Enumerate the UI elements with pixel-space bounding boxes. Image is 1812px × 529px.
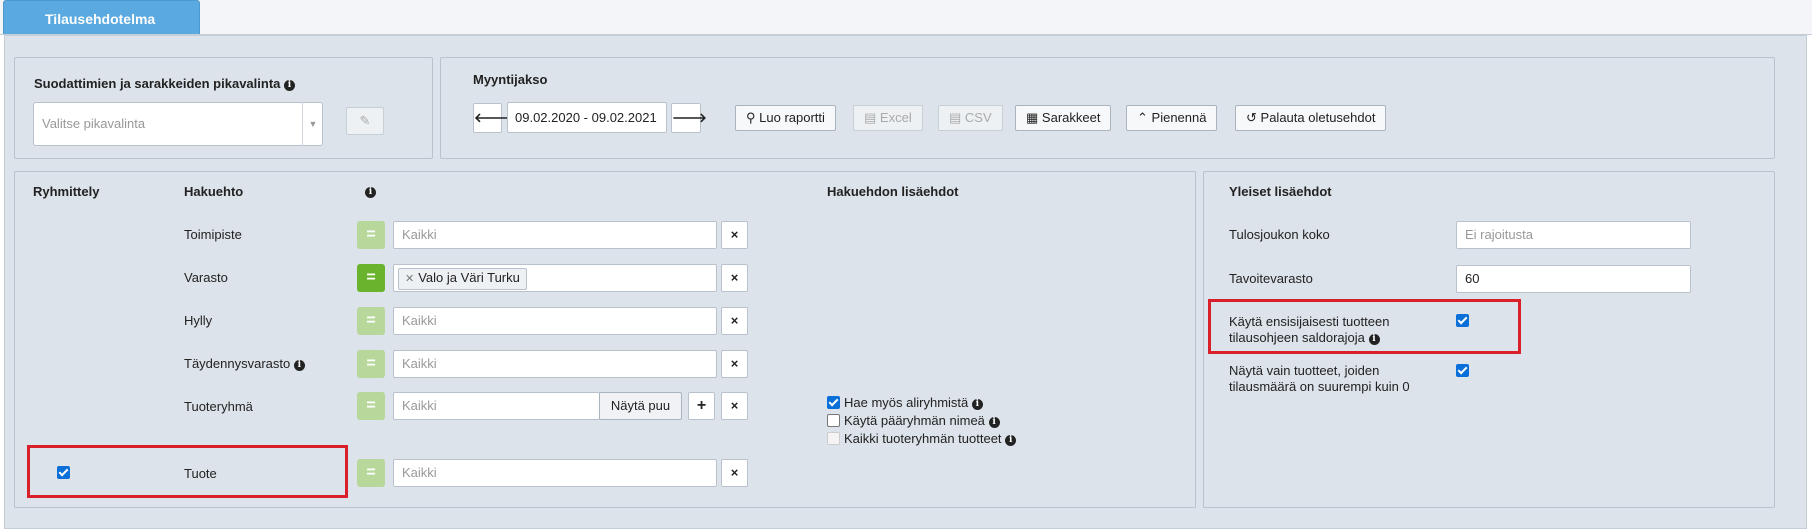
filter-label-tuoteryhma: Tuoteryhmä: [184, 399, 253, 414]
sales-period-title: Myyntijakso: [473, 72, 548, 87]
info-icon[interactable]: i: [365, 187, 376, 198]
tab-tilausehdotelma[interactable]: Tilausehdotelma: [3, 0, 200, 34]
grouping-header: Ryhmittely: [33, 184, 100, 199]
minimize-button[interactable]: ⌃ Pienennä: [1126, 105, 1218, 131]
target-stock-label: Tavoitevarasto: [1229, 271, 1313, 286]
varasto-chip[interactable]: ✕ Valo ja Väri Turku: [398, 268, 527, 290]
chevron-up-icon: ⌃: [1137, 110, 1148, 125]
file-csv-icon: ▤: [949, 110, 962, 125]
arrow-left-icon: 🡐: [474, 110, 509, 125]
filter-label-hylly: Hylly: [184, 313, 213, 328]
only-positive-label: Näytä vain tuotteet, joiden tilausmäärä o…: [1229, 363, 1410, 394]
criterion-header: Hakuehto: [184, 184, 244, 199]
edit-quick-select-button[interactable]: ✎: [346, 107, 384, 135]
info-icon[interactable]: i: [988, 417, 1000, 428]
tuoteryhma-input[interactable]: Kaikki: [393, 392, 600, 420]
edit-icon: ✎: [359, 113, 371, 128]
quick-select-title: Suodattimien ja sarakkeiden pikavalinta …: [34, 76, 295, 91]
info-icon[interactable]: i: [1005, 435, 1017, 446]
subgroups-checkbox[interactable]: [827, 396, 840, 409]
subgroups-label: Hae myös aliryhmistä i: [844, 395, 983, 410]
operator-button[interactable]: =: [357, 307, 385, 335]
result-size-input[interactable]: Ei rajoitusta: [1456, 221, 1691, 249]
taydennysvarasto-input[interactable]: Kaikki: [393, 350, 717, 378]
undo-icon: ↺: [1246, 110, 1257, 125]
result-size-label: Tulosjoukon koko: [1229, 227, 1330, 242]
extra-conditions-header: Hakuehdon lisäehdot: [827, 184, 959, 199]
info-icon[interactable]: i: [971, 399, 983, 410]
general-conditions-title: Yleiset lisäehdot: [1229, 184, 1332, 199]
tuote-input[interactable]: Kaikki: [393, 459, 717, 487]
create-report-button[interactable]: ⚲ Luo raportti: [735, 105, 836, 131]
clear-tuoteryhma-button[interactable]: ×: [721, 392, 748, 420]
clear-hylly-button[interactable]: ×: [721, 307, 748, 335]
quick-select-dropdown[interactable]: Valitse pikavalinta: [33, 102, 323, 146]
table-icon: ▦: [1026, 110, 1039, 125]
main-group-name-checkbox[interactable]: [827, 414, 840, 427]
toimipiste-input[interactable]: Kaikki: [393, 221, 717, 249]
add-tuoteryhma-button[interactable]: +: [688, 392, 715, 420]
period-range-input[interactable]: 09.02.2020 - 09.02.2021: [507, 102, 667, 133]
operator-button[interactable]: =: [357, 350, 385, 378]
operator-button[interactable]: =: [357, 392, 385, 420]
criterion-info: i: [365, 183, 376, 198]
search-icon: ⚲: [746, 110, 756, 125]
only-positive-checkbox[interactable]: [1456, 364, 1469, 377]
clear-taydennysvarasto-button[interactable]: ×: [721, 350, 748, 378]
highlight-box-primary-limits: [1208, 299, 1521, 354]
operator-button[interactable]: =: [357, 221, 385, 249]
arrow-right-icon: 🡒: [672, 110, 707, 125]
clear-varasto-button[interactable]: ×: [721, 264, 748, 292]
operator-button[interactable]: =: [357, 459, 385, 487]
excel-button[interactable]: ▤ Excel: [853, 105, 923, 131]
close-icon: ×: [730, 227, 739, 242]
highlight-box-tuote: [27, 445, 348, 498]
prev-period-button[interactable]: 🡐: [473, 103, 509, 133]
tab-bar: [0, 0, 1812, 35]
show-tree-button[interactable]: Näytä puu: [599, 392, 682, 420]
clear-tuote-button[interactable]: ×: [721, 459, 748, 487]
close-icon: ×: [730, 270, 739, 285]
next-period-button[interactable]: 🡒: [671, 103, 707, 133]
main-group-name-label: Käytä pääryhmän nimeä i: [844, 413, 1000, 428]
filter-label-varasto: Varasto: [184, 270, 228, 285]
plus-icon: +: [696, 397, 707, 414]
csv-button[interactable]: ▤ CSV: [938, 105, 1003, 131]
all-group-products-label: Kaikki tuoteryhmän tuotteet i: [844, 431, 1017, 446]
chevron-down-icon[interactable]: ▼: [302, 102, 323, 146]
filter-label-taydennysvarasto: Täydennysvarasto i: [184, 356, 305, 371]
hylly-input[interactable]: Kaikki: [393, 307, 717, 335]
reset-defaults-button[interactable]: ↺ Palauta oletusehdot: [1235, 105, 1387, 131]
remove-chip-icon[interactable]: ✕: [405, 273, 414, 285]
all-group-products-checkbox[interactable]: [827, 432, 840, 445]
close-icon: ×: [730, 398, 739, 413]
columns-button[interactable]: ▦ Sarakkeet: [1015, 105, 1112, 131]
target-stock-input[interactable]: 60: [1456, 265, 1691, 293]
info-icon[interactable]: i: [293, 360, 305, 371]
filter-label-toimipiste: Toimipiste: [184, 227, 242, 242]
close-icon: ×: [730, 465, 739, 480]
info-icon[interactable]: i: [284, 80, 295, 91]
operator-button[interactable]: =: [357, 264, 385, 292]
varasto-input[interactable]: ✕ Valo ja Väri Turku: [393, 264, 717, 292]
clear-toimipiste-button[interactable]: ×: [721, 221, 748, 249]
close-icon: ×: [730, 356, 739, 371]
close-icon: ×: [730, 313, 739, 328]
file-excel-icon: ▤: [864, 110, 877, 125]
